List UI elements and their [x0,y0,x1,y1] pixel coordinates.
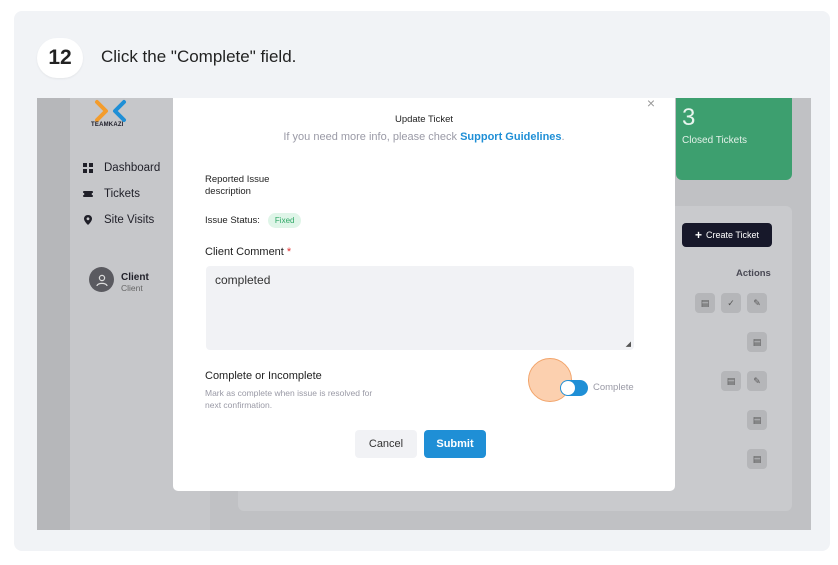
complete-toggle[interactable] [560,380,588,396]
client-comment-textarea[interactable]: completed ◢ [206,266,634,350]
app-screenshot: TEAMKAZI Dashboard Tickets Site Visits C… [37,98,811,530]
avatar[interactable] [89,267,114,292]
status-badge: Fixed [267,213,302,228]
user-name: Client [121,272,149,283]
pencil-icon[interactable]: ✎ [747,371,767,391]
complete-section-title: Complete or Incomplete [205,370,322,382]
step-number-badge: 12 [37,38,83,78]
reported-issue-label: Reported Issue [205,174,270,185]
check-icon[interactable]: ✓ [721,293,741,313]
complete-toggle-label[interactable]: Complete [593,382,634,393]
issue-status: Issue Status: Fixed [205,213,302,228]
client-comment-label: Client Comment * [205,246,292,258]
closed-tickets-label: Closed Tickets [682,135,748,146]
document-icon[interactable]: ▤ [747,410,767,430]
document-icon[interactable]: ▤ [721,371,741,391]
user-role: Client [121,283,143,293]
pencil-icon[interactable]: ✎ [747,293,767,313]
modal-subtitle: If you need more info, please check Supp… [283,131,565,143]
complete-section-description: Mark as complete when issue is resolved … [205,388,373,410]
sidebar-item-label: Site Visits [104,214,155,226]
map-pin-icon [83,215,93,225]
document-icon[interactable]: ▤ [747,332,767,352]
sidebar-item-label: Dashboard [104,162,161,174]
toggle-knob [561,381,575,395]
actions-column-header: Actions [736,268,771,279]
document-icon[interactable]: ▤ [747,449,767,469]
reported-issue-value: description [205,186,251,197]
user-icon [95,274,108,286]
closed-tickets-count: 3 [682,104,696,131]
cancel-button[interactable]: Cancel [355,430,417,458]
sidebar-item-tickets[interactable]: Tickets [81,188,140,200]
grid-icon [83,163,93,173]
resize-handle-icon[interactable]: ◢ [626,340,631,348]
reported-issue: Reported Issue description [205,174,269,198]
ticket-icon [81,189,95,199]
sidebar-item-site-visits[interactable]: Site Visits [83,214,154,226]
left-gutter [37,98,70,530]
required-mark: * [286,246,292,258]
plus-icon: + [694,228,702,242]
sidebar-item-dashboard[interactable]: Dashboard [83,162,160,174]
document-icon[interactable]: ▤ [695,293,715,313]
submit-button[interactable]: Submit [424,430,486,458]
update-ticket-modal: × Update Ticket If you need more info, p… [173,98,675,491]
step-instruction: Click the "Complete" field. [101,47,297,66]
create-ticket-button[interactable]: + Create Ticket [682,223,772,247]
support-guidelines-link[interactable]: Support Guidelines [460,131,561,143]
modal-title: Update Ticket [394,114,454,125]
issue-status-label: Issue Status: [205,215,260,226]
logo-text: TEAMKAZI [91,122,124,128]
close-icon[interactable]: × [647,98,655,111]
sidebar-item-label: Tickets [104,188,140,200]
